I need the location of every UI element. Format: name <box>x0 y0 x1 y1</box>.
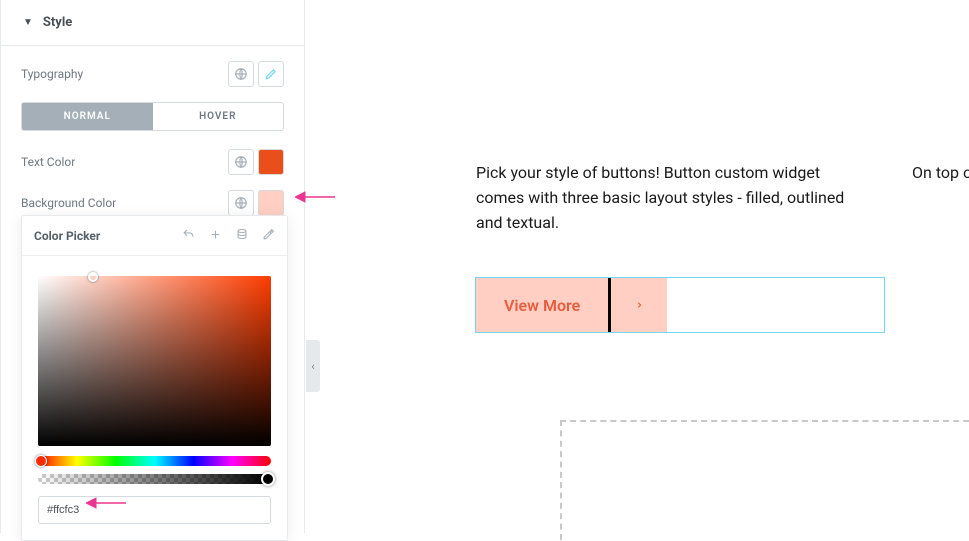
view-more-button-widget[interactable]: View More <box>475 277 885 333</box>
annotation-arrow-icon <box>86 495 126 511</box>
empty-widget-placeholder[interactable] <box>560 420 969 540</box>
hue-handle[interactable] <box>35 455 47 467</box>
panel-collapse-handle[interactable]: ‹ <box>306 340 320 392</box>
text-color-row: Text Color <box>21 149 284 175</box>
color-picker-popup: Color Picker <box>21 215 288 541</box>
chevron-left-icon: ‹ <box>311 360 314 373</box>
text-color-swatch[interactable] <box>258 149 284 175</box>
saturation-field[interactable] <box>38 276 271 446</box>
typography-row: Typography <box>21 61 284 87</box>
caret-down-icon: ▼ <box>23 17 33 28</box>
undo-icon[interactable] <box>182 226 195 245</box>
alpha-handle[interactable] <box>261 472 275 486</box>
chevron-right-icon <box>611 278 667 332</box>
section-header[interactable]: ▼ Style <box>1 0 304 46</box>
pencil-icon[interactable] <box>258 61 284 87</box>
annotation-arrow-icon <box>295 189 335 205</box>
description-text-left: Pick your style of buttons! Button custo… <box>476 160 866 235</box>
plus-icon[interactable] <box>209 226 222 245</box>
section-title: Style <box>43 15 72 30</box>
button-empty-area <box>667 278 884 332</box>
tab-normal[interactable]: NORMAL <box>22 103 153 130</box>
globe-icon[interactable] <box>228 61 254 87</box>
hue-slider[interactable] <box>38 456 271 466</box>
database-icon[interactable] <box>236 226 248 245</box>
color-picker-title: Color Picker <box>34 229 100 243</box>
description-text-right: On top of that you will also get another… <box>912 160 969 185</box>
globe-icon[interactable] <box>228 190 254 216</box>
hex-input[interactable] <box>38 496 271 524</box>
style-panel: ▼ Style Typography NORMAL HOVER Text Col… <box>0 0 305 533</box>
alpha-slider[interactable] <box>38 474 271 484</box>
preview-canvas: Pick your style of buttons! Button custo… <box>320 0 969 533</box>
eyedropper-icon[interactable] <box>262 226 275 245</box>
background-color-label: Background Color <box>21 196 116 210</box>
text-color-label: Text Color <box>21 155 75 169</box>
saturation-handle[interactable] <box>88 272 98 282</box>
view-more-label: View More <box>476 278 608 332</box>
globe-icon[interactable] <box>228 149 254 175</box>
tab-hover[interactable]: HOVER <box>153 103 284 130</box>
typography-label: Typography <box>21 67 83 81</box>
background-color-swatch[interactable] <box>258 190 284 216</box>
state-tabs: NORMAL HOVER <box>21 102 284 131</box>
background-color-row: Background Color <box>21 190 284 216</box>
